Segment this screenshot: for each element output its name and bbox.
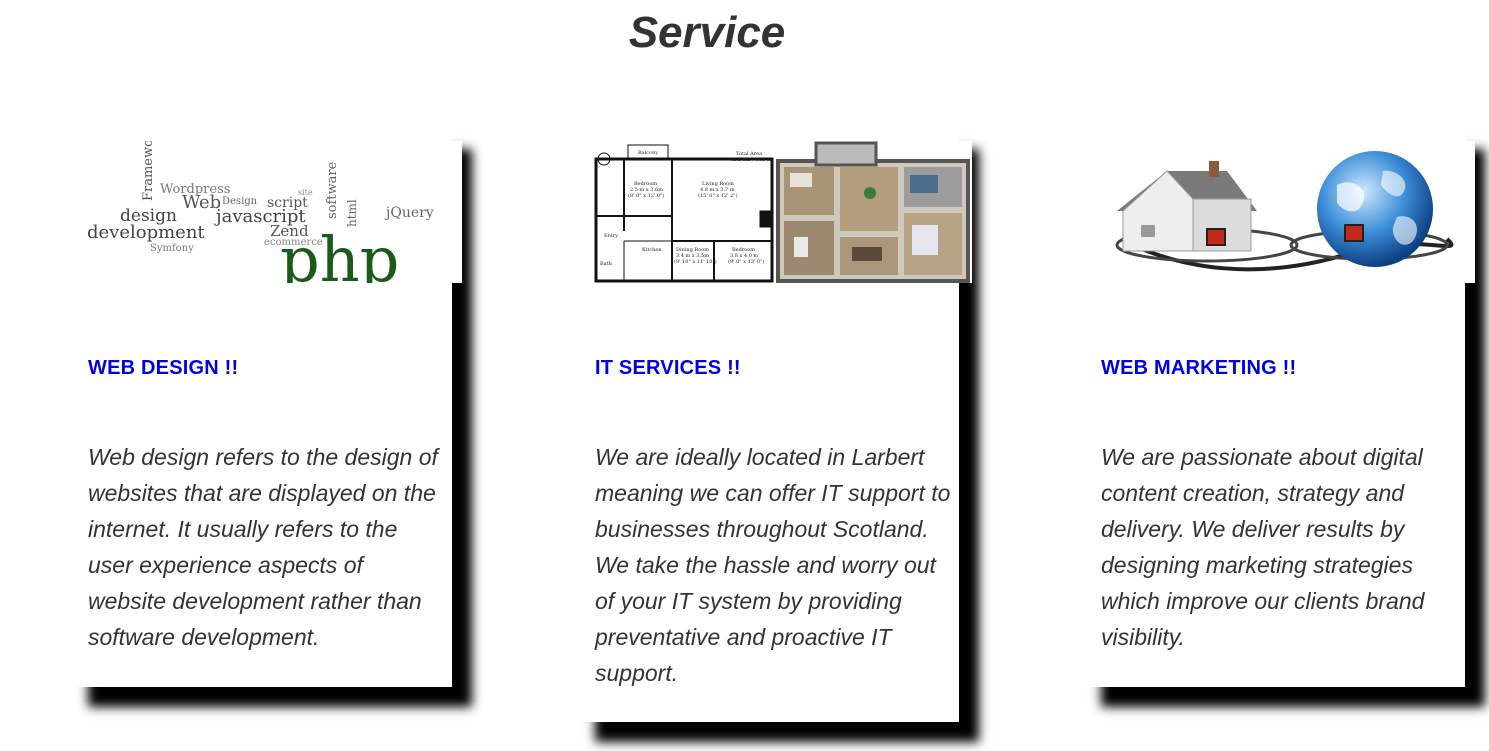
plan-label-kitchen: Kitchen	[642, 247, 662, 253]
card-text-web-marketing: We are passionate about digital content …	[1101, 444, 1425, 650]
word-software: software	[325, 161, 340, 219]
plan-label-bath: Bath	[600, 261, 613, 267]
plan-label-balcony: Balcony	[638, 150, 658, 156]
plan-label-dining-room-imperial: (9' 10" x 11' 10")	[674, 258, 717, 265]
word-symfony: Symfony	[150, 243, 194, 254]
service-card-it-services: Balcony Total Area 82.2 m2 / 885 sf Bedr…	[579, 133, 972, 722]
plan-label-total-area-value: 82.2 m2 / 885 sf	[730, 157, 772, 163]
service-page: Service Framework Wordpress Web Design s…	[0, 0, 1489, 751]
plan-label-entry: Entry	[604, 233, 618, 239]
plan-label-living-room-imperial: (15' 0" x 12' 2")	[698, 192, 738, 199]
plan-label-bedroom-1-imperial: (8' 0" x 12' 0")	[628, 192, 664, 199]
word-site: site	[298, 188, 313, 197]
word-framework: Framework	[141, 141, 156, 201]
plan-label-bedroom-2-imperial: (9' 0" x 13' 0")	[728, 258, 764, 265]
card-text-it-services: We are ideally located in Larbert meanin…	[595, 444, 951, 686]
word-jquery: jQuery	[384, 205, 434, 221]
card-heading-it-services: IT SERVICES !!	[595, 357, 741, 379]
word-development: development	[87, 222, 205, 243]
service-card-web-design: Framework Wordpress Web Design script si…	[72, 133, 462, 687]
section-title: Service	[628, 8, 786, 57]
service-card-web-marketing: WEB MARKETING !! We are passionate about…	[1085, 133, 1475, 687]
word-php: php	[280, 223, 399, 283]
card-heading-web-design: WEB DESIGN !!	[88, 357, 239, 379]
card-text-web-design: Web design refers to the design of websi…	[88, 444, 438, 650]
web-design-word-cloud-image: Framework Wordpress Web Design script si…	[84, 141, 462, 283]
floor-plan-image: Balcony Total Area 82.2 m2 / 885 sf Bedr…	[594, 141, 972, 283]
house-globe-image	[1097, 141, 1475, 283]
card-heading-web-marketing: WEB MARKETING !!	[1101, 357, 1297, 379]
